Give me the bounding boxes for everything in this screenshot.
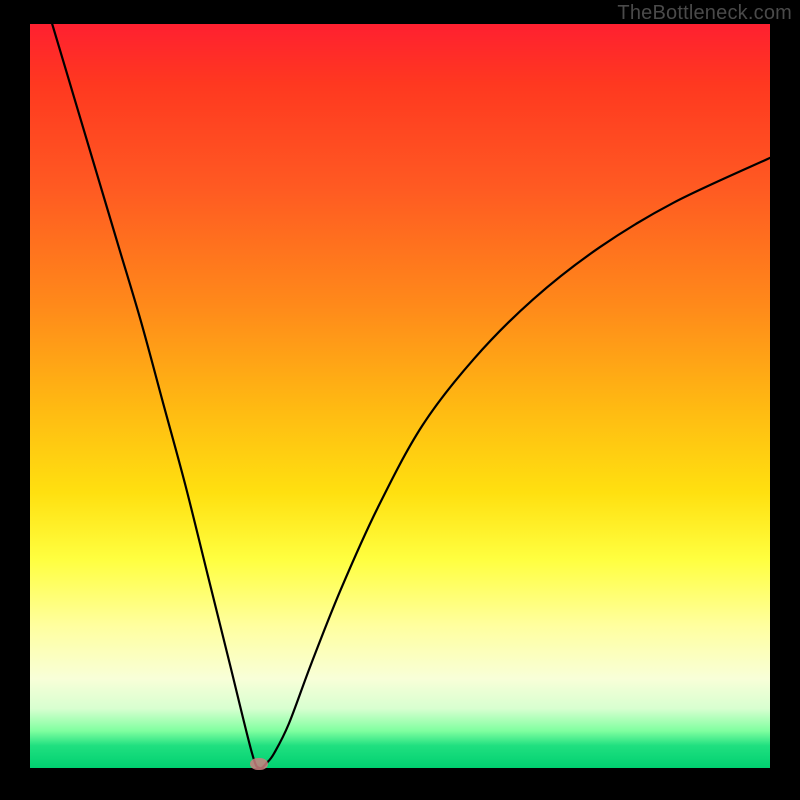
- chart-frame: TheBottleneck.com: [0, 0, 800, 800]
- minimum-marker: [250, 758, 268, 770]
- watermark-text: TheBottleneck.com: [617, 2, 792, 25]
- bottleneck-curve: [30, 24, 770, 768]
- plot-area: [30, 24, 770, 768]
